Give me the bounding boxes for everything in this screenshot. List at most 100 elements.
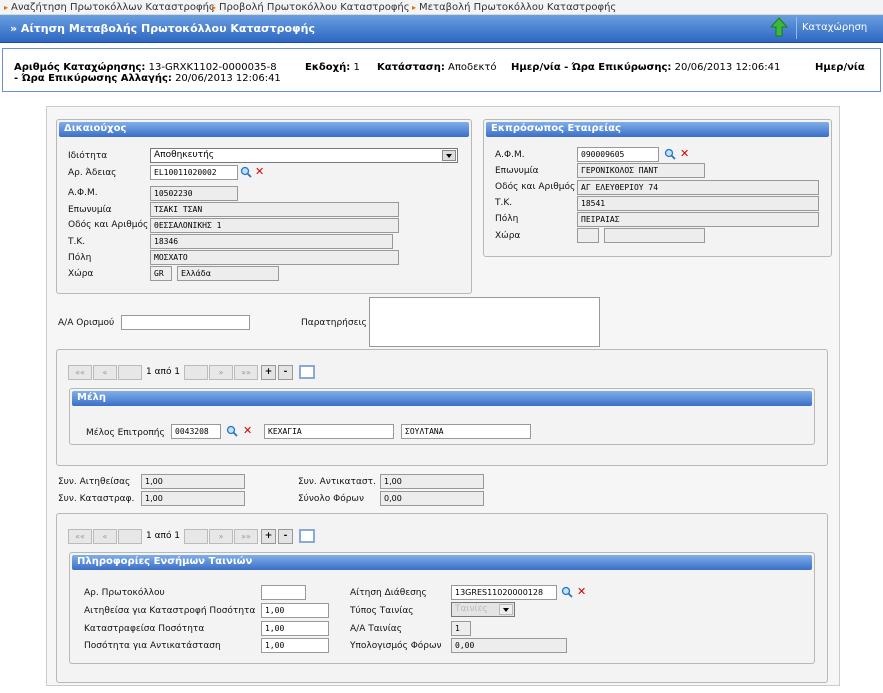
rep-country-label: Χώρα <box>495 231 521 241</box>
req-coeff-field: 1,00 <box>141 474 245 489</box>
tape-aa-label: Α/Α Ταινίας <box>350 624 402 634</box>
last-page-button[interactable]: »» <box>234 365 258 380</box>
destr-qty-label: Καταστραφείσα Ποσότητα <box>84 624 205 634</box>
last-page-button[interactable]: »» <box>234 529 258 544</box>
member-firstname-input[interactable]: ΣΟΥΛΤΑΝΑ <box>401 424 531 439</box>
chevron-down-icon[interactable] <box>499 604 513 615</box>
rep-country-name-field <box>604 228 705 243</box>
change-validation-date: - Ώρα Επικύρωσης Αλλαγής: 20/06/2013 12:… <box>14 73 281 84</box>
remove-row-button[interactable]: - <box>278 529 293 544</box>
search-icon[interactable] <box>561 586 573 598</box>
page-blank-2 <box>184 529 208 544</box>
prev-page-button[interactable]: « <box>93 529 117 544</box>
change-date-label-a: Ημερ/νία <box>815 62 865 73</box>
first-page-button[interactable]: «« <box>68 529 92 544</box>
breadcrumb-item-view[interactable]: ▸ Προβολή Πρωτοκόλλου Καταστροφής <box>212 2 410 13</box>
validation-date: Ημερ/νία - Ώρα Επικύρωσης: 20/06/2013 12… <box>511 62 781 73</box>
page-blank-2 <box>184 365 208 380</box>
registration-number: Αριθμός Καταχώρησης: 13-GRXK1102-0000035… <box>14 62 277 73</box>
clear-icon[interactable]: ✕ <box>255 166 264 177</box>
notes-label: Παρατηρήσεις <box>301 318 367 328</box>
remove-row-button[interactable]: - <box>278 365 293 380</box>
name-field: ΤΣΑΚΙ ΤΣΑΝ <box>150 202 399 217</box>
search-icon[interactable] <box>240 166 252 178</box>
rep-name-label: Επωνυμία <box>495 166 539 176</box>
save-arrow-icon[interactable] <box>768 16 790 38</box>
city-field: ΜΟΣΧΑΤΟ <box>150 250 399 265</box>
disposal-input[interactable]: 13GRES11020000128 <box>451 585 557 600</box>
member-code-input[interactable]: 0043208 <box>171 424 221 439</box>
rep-afm-label: Α.Φ.Μ. <box>495 150 525 160</box>
add-row-button[interactable]: + <box>261 529 276 544</box>
tax-calc-field: 0,00 <box>451 638 567 653</box>
destr-coeff-field: 1,00 <box>141 491 245 506</box>
afm-field: 10502230 <box>150 186 238 201</box>
next-page-button[interactable]: » <box>209 529 233 544</box>
notes-textarea[interactable] <box>369 297 600 347</box>
arrow-icon: ▸ <box>412 3 417 12</box>
tape-aa-field: 1 <box>451 621 471 636</box>
tapes-panel-title: Πληροφορίες Ενσήμων Ταινιών <box>72 555 812 570</box>
rep-country-code-field <box>577 228 599 243</box>
repl-qty-label: Ποσότητα για Αντικατάσταση <box>84 641 221 651</box>
page-info: 1 από 1 <box>146 531 181 541</box>
tape-type-label: Τύπος Ταινίας <box>350 606 414 616</box>
repl-qty-input[interactable]: 1,00 <box>261 638 329 653</box>
pager-members: «« « 1 από 1 » »» + - <box>68 365 328 380</box>
search-icon[interactable] <box>664 148 676 160</box>
tax-calc-label: Υπολογισμός Φόρων <box>350 641 442 651</box>
permit-input[interactable]: EL10011020002 <box>150 165 238 180</box>
destr-qty-input[interactable]: 1,00 <box>261 621 329 636</box>
name-label: Επωνυμία <box>68 205 112 215</box>
breadcrumb-item-search[interactable]: ▸ Αναζήτηση Πρωτοκόλλων Καταστροφής <box>4 2 215 13</box>
status: Κατάσταση: Αποδεκτό <box>377 62 497 73</box>
add-row-button[interactable]: + <box>261 365 276 380</box>
representative-panel-title: Εκπρόσωπος Εταιρείας <box>486 122 829 137</box>
property-label: Ιδιότητα <box>68 151 108 161</box>
country-code-field: GR <box>150 266 172 281</box>
tax-total-field: 0,00 <box>380 491 484 506</box>
arrow-icon: ▸ <box>4 3 9 12</box>
permit-label: Αρ. Άδειας <box>68 168 117 178</box>
version: Εκδοχή: 1 <box>305 62 360 73</box>
req-coeff-label: Συν. Αιτηθείσας <box>58 477 131 487</box>
rep-name-field: ΓΕΡΟΝΙΚΟΛΟΣ ΠΑΝΤ <box>577 163 705 178</box>
rep-city-field: ΠΕΙΡΑΙΑΣ <box>577 212 819 227</box>
city-label: Πόλη <box>68 253 92 263</box>
member-label: Μέλος Επιτροπής <box>86 428 165 438</box>
property-select[interactable]: Αποθηκευτής <box>150 148 458 163</box>
first-page-button[interactable]: «« <box>68 365 92 380</box>
tk-field: 18346 <box>150 234 393 249</box>
grid-view-icon[interactable] <box>299 529 315 543</box>
save-button[interactable]: Καταχώρηση <box>802 22 867 33</box>
rep-street-field: ΑΓ ΕΛΕΥΘΕΡΙΟΥ 74 <box>577 180 819 195</box>
country-label: Χώρα <box>68 269 94 279</box>
protocol-input[interactable] <box>261 585 306 600</box>
chevron-down-icon[interactable] <box>442 150 456 161</box>
req-qty-input[interactable]: 1,00 <box>261 603 329 618</box>
clear-icon[interactable]: ✕ <box>243 425 252 436</box>
page-info: 1 από 1 <box>146 367 181 377</box>
holder-panel-title: Δικαιούχος <box>59 122 469 137</box>
prev-page-button[interactable]: « <box>93 365 117 380</box>
members-panel-title: Μέλη <box>72 391 812 406</box>
arrow-icon: ▸ <box>212 3 217 12</box>
country-name-field: Ελλάδα <box>177 266 279 281</box>
rep-street-label: Οδός και Αριθμός <box>495 182 576 192</box>
pager-tapes: «« « 1 από 1 » »» + - <box>68 529 328 544</box>
grid-view-icon[interactable] <box>299 365 315 379</box>
clear-icon[interactable]: ✕ <box>577 586 586 597</box>
clear-icon[interactable]: ✕ <box>680 148 689 159</box>
tape-type-select[interactable]: Ταινίες <box>451 602 515 617</box>
tax-total-label: Σύνολο Φόρων <box>298 494 364 504</box>
search-icon[interactable] <box>226 425 238 437</box>
breadcrumb: ▸ Αναζήτηση Πρωτοκόλλων Καταστροφής ▸ Προβ… <box>0 0 883 15</box>
next-page-button[interactable]: » <box>209 365 233 380</box>
member-surname-input[interactable]: ΚΕΧΑΓΙΑ <box>264 424 394 439</box>
afm-label: Α.Φ.Μ. <box>68 188 98 198</box>
breadcrumb-item-edit: ▸ Μεταβολή Πρωτοκόλλου Καταστροφής <box>412 2 617 13</box>
aa-input[interactable] <box>121 315 250 330</box>
disposal-label: Αίτηση Διάθεσης <box>350 588 427 598</box>
protocol-label: Αρ. Πρωτοκόλλου <box>84 588 165 598</box>
rep-afm-input[interactable]: 090009605 <box>577 147 659 162</box>
